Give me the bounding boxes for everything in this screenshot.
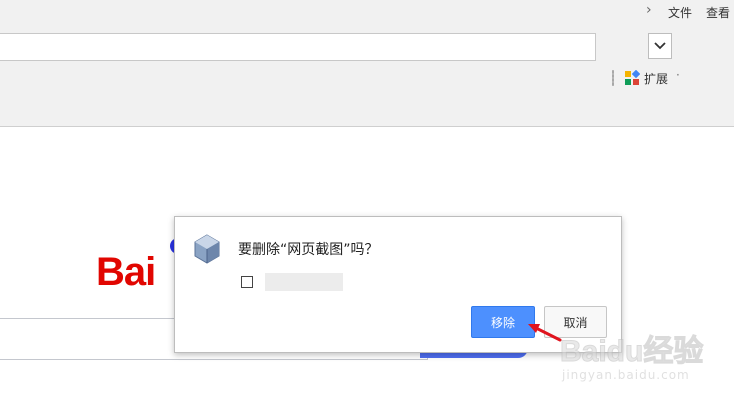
dropdown-arrow-icon	[654, 42, 666, 50]
extensions-label: 扩展	[644, 71, 669, 86]
address-bar[interactable]	[0, 33, 596, 61]
watermark-brand: Baidu经验	[559, 335, 704, 369]
toolbar-more-dot[interactable]: ·	[676, 68, 680, 82]
baidu-logo: Bai	[96, 250, 156, 294]
address-row	[0, 33, 734, 61]
extensions-icon	[625, 70, 640, 85]
dialog-title: 要删除“网页截图”吗？	[238, 242, 379, 258]
dialog-checkbox[interactable]	[241, 276, 253, 288]
red-arrow-icon	[528, 324, 562, 342]
address-dropdown-button[interactable]	[648, 33, 672, 59]
menu-file[interactable]: 文件	[668, 4, 692, 21]
menu-bar: › 文件 查看	[0, 0, 734, 24]
chevron-right-icon[interactable]: ›	[646, 2, 652, 18]
dialog-checkbox-label	[265, 273, 343, 291]
toolbar-separator	[612, 70, 614, 86]
menu-view[interactable]: 查看	[706, 4, 730, 21]
extensions-button[interactable]: 扩展	[624, 69, 668, 87]
extension-cube-icon	[194, 234, 220, 264]
browser-chrome: › 文件 查看 扩展 ·	[0, 0, 734, 127]
watermark-url: jingyan.baidu.com	[562, 368, 690, 382]
baidu-jingyan-watermark: Baidu经验 jingyan.baidu.com	[559, 326, 730, 388]
